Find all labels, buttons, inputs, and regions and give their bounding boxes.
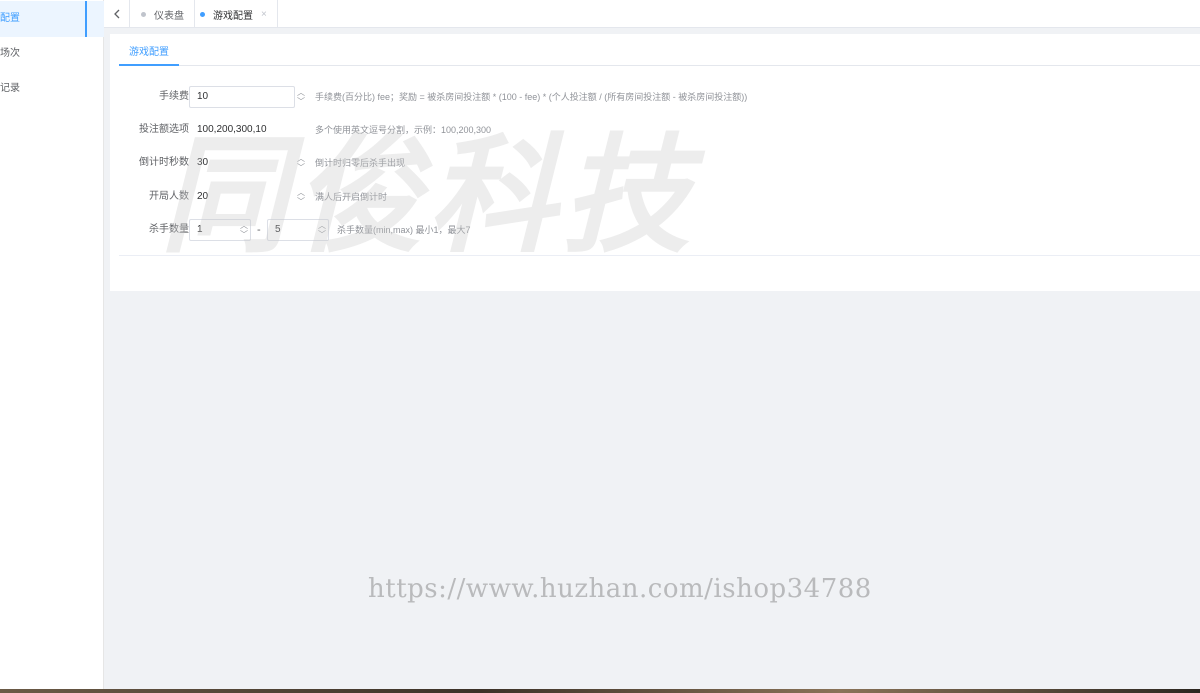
range-separator: - bbox=[257, 224, 261, 236]
players-stepper[interactable]: ︿ ﹀ bbox=[295, 186, 307, 208]
close-icon[interactable]: × bbox=[261, 9, 267, 20]
sidebar-item-label: 戏配置 bbox=[0, 13, 20, 24]
chevron-up-icon[interactable]: ︿ bbox=[297, 88, 305, 97]
fee-label: 手续费 bbox=[159, 91, 189, 102]
sidebar-item-game-records[interactable]: 戏记录 bbox=[0, 71, 104, 107]
sidebar: 戏配置 戏场次 戏记录 bbox=[0, 0, 104, 693]
form-row-players: 开局人数 20 ︿ ﹀ 满人后开启倒计时 bbox=[119, 186, 1119, 208]
sidebar-item-label: 戏场次 bbox=[0, 48, 20, 59]
fee-input[interactable]: 10 bbox=[189, 86, 295, 108]
bet-options-label: 投注额选项 bbox=[139, 124, 189, 135]
fee-hint: 手续费(百分比) fee；奖励 = 被杀房间投注额 * (100 - fee) … bbox=[315, 92, 748, 102]
chevron-up-icon[interactable]: ︿ bbox=[318, 221, 326, 230]
tabs: 游戏配置 bbox=[119, 34, 1200, 66]
form-row-fee: 手续费 10 ︿ ﹀ 手续费(百分比) fee；奖励 = 被杀房间投注额 * (… bbox=[119, 86, 1119, 108]
fee-stepper[interactable]: ︿ ﹀ bbox=[295, 86, 307, 108]
bet-options-input[interactable]: 100,200,300,10 bbox=[189, 119, 307, 141]
players-hint: 满人后开启倒计时 bbox=[315, 192, 388, 202]
dot-icon bbox=[200, 11, 205, 17]
card-divider bbox=[119, 255, 1200, 256]
countdown-hint: 倒计时归零后杀手出现 bbox=[315, 158, 406, 168]
chevron-down-icon[interactable]: ﹀ bbox=[318, 230, 326, 239]
chevron-up-icon[interactable]: ︿ bbox=[297, 154, 305, 163]
players-label: 开局人数 bbox=[149, 191, 189, 202]
killers-hint: 杀手数量(min,max) 最小1，最大7 bbox=[337, 225, 471, 235]
countdown-stepper[interactable]: ︿ ﹀ bbox=[295, 152, 307, 174]
tag-label: 仪表盘 bbox=[154, 10, 184, 22]
bet-options-hint: 多个使用英文逗号分割，示例：100,200,300 bbox=[315, 125, 492, 135]
chevron-down-icon[interactable]: ﹀ bbox=[297, 163, 305, 172]
chevron-down-icon[interactable]: ﹀ bbox=[297, 197, 305, 206]
countdown-label: 倒计时秒数 bbox=[139, 157, 189, 168]
watermark-url: https://www.huzhan.com/ishop34788 bbox=[368, 574, 872, 604]
form-row-bet-options: 投注额选项 100,200,300,10 多个使用英文逗号分割，示例：100,2… bbox=[119, 119, 1119, 141]
killers-min-stepper[interactable]: ︿ ﹀ bbox=[238, 219, 250, 241]
tag-game-config[interactable]: 游戏配置 × bbox=[190, 0, 278, 28]
sidebar-item-game-sessions[interactable]: 戏场次 bbox=[0, 36, 104, 72]
sidebar-item-label: 戏记录 bbox=[0, 83, 20, 94]
chevron-down-icon[interactable]: ﹀ bbox=[240, 230, 248, 239]
chevron-up-icon[interactable]: ︿ bbox=[297, 188, 305, 197]
killers-max-stepper[interactable]: ︿ ﹀ bbox=[316, 219, 328, 241]
bottom-strip bbox=[0, 689, 1200, 693]
dot-icon bbox=[141, 11, 146, 17]
sidebar-item-game-config[interactable]: 戏配置 bbox=[0, 1, 104, 37]
chevron-up-icon[interactable]: ︿ bbox=[240, 221, 248, 230]
tag-label: 游戏配置 bbox=[213, 10, 253, 22]
players-input[interactable]: 20 bbox=[189, 186, 295, 208]
config-card: 游戏配置 手续费 10 ︿ ﹀ 手续费(百分比) fee；奖励 = 被杀房间投注… bbox=[110, 34, 1200, 291]
countdown-input[interactable]: 30 bbox=[189, 152, 295, 174]
killers-label: 杀手数量 bbox=[149, 224, 189, 235]
tags-bar: 仪表盘 游戏配置 × bbox=[104, 0, 1200, 28]
chevron-left-icon[interactable] bbox=[104, 0, 130, 28]
form-row-countdown: 倒计时秒数 30 ︿ ﹀ 倒计时归零后杀手出现 bbox=[119, 152, 1119, 174]
chevron-down-icon[interactable]: ﹀ bbox=[297, 97, 305, 106]
tab-game-config[interactable]: 游戏配置 bbox=[119, 34, 179, 66]
form-row-killers: 杀手数量 1 ︿ ﹀ - 5 ︿ ﹀ 杀手数量(min,max) 最小1，最大7 bbox=[119, 219, 1119, 241]
tag-dashboard[interactable]: 仪表盘 bbox=[131, 0, 195, 28]
